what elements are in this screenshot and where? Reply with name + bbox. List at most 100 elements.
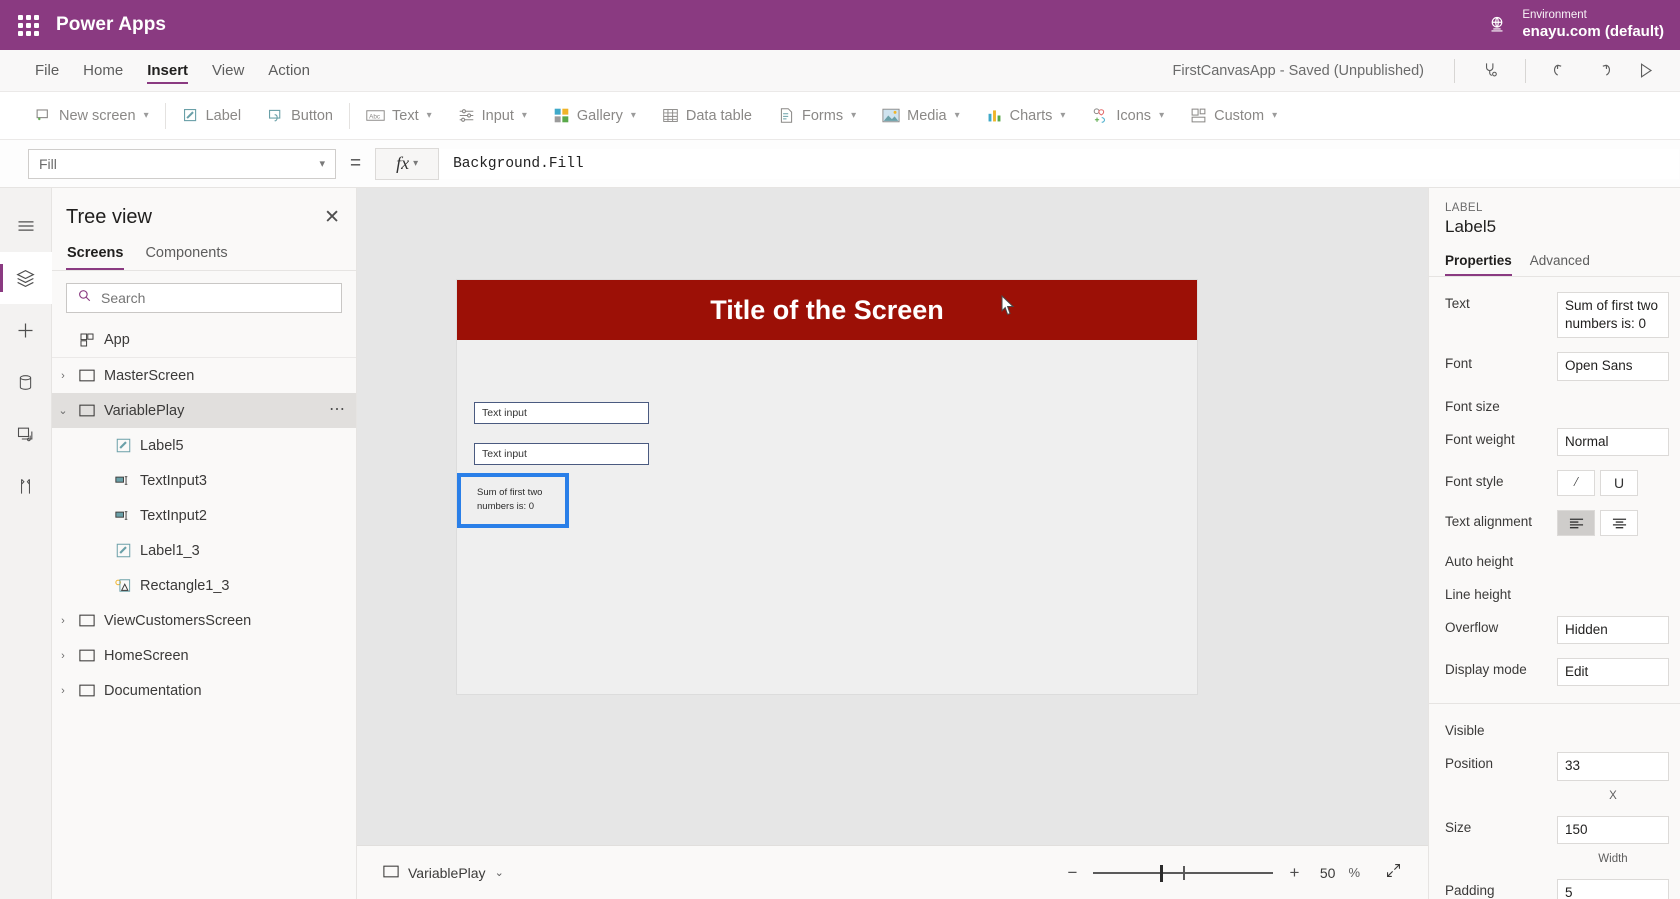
- chevron-right-icon[interactable]: ›: [52, 650, 74, 662]
- chevron-right-icon[interactable]: ›: [52, 370, 74, 382]
- property-value-font[interactable]: Open Sans: [1557, 352, 1669, 381]
- ribbon-label-text: Media: [907, 107, 947, 124]
- align-center-icon[interactable]: [1600, 509, 1638, 536]
- search-box[interactable]: [66, 283, 342, 313]
- chevron-down-icon[interactable]: ⌄: [495, 866, 504, 879]
- zoom-out-button[interactable]: −: [1064, 863, 1080, 883]
- menu-item-insert[interactable]: Insert: [138, 50, 197, 91]
- ribbon-new-screen[interactable]: New screen ▾: [22, 99, 162, 133]
- screen-title-bar[interactable]: Title of the Screen: [457, 280, 1197, 340]
- tree-node-masterscreen[interactable]: › MasterScreen: [52, 358, 356, 393]
- tree-node-textinput2[interactable]: TextInput2: [52, 498, 356, 533]
- property-value-overflow[interactable]: Hidden: [1557, 615, 1669, 645]
- align-left-icon[interactable]: [1557, 509, 1595, 536]
- properties-body: Text Sum of first two numbers is: 0 Font…: [1429, 277, 1680, 899]
- property-value-text[interactable]: Sum of first two numbers is: 0: [1557, 292, 1669, 339]
- zoom-slider-thumb[interactable]: [1160, 864, 1163, 882]
- property-row-visible: Visible: [1429, 712, 1680, 745]
- environment-value: enayu.com (default): [1522, 22, 1664, 40]
- ribbon-data-table[interactable]: Data table: [649, 99, 765, 133]
- ribbon-gallery[interactable]: Gallery ▾: [540, 99, 649, 133]
- text-input-2[interactable]: Text input: [474, 443, 649, 465]
- screen-icon: [74, 404, 100, 417]
- media-library-icon[interactable]: [0, 408, 52, 460]
- tree-view-layers-icon[interactable]: [0, 252, 52, 304]
- undo-icon[interactable]: [1540, 54, 1582, 88]
- tree-node-viewcustomersscreen[interactable]: › ViewCustomersScreen: [52, 603, 356, 638]
- app-icon: [74, 332, 100, 348]
- tab-advanced[interactable]: Advanced: [1530, 253, 1590, 276]
- ribbon-media[interactable]: Media ▾: [869, 99, 973, 133]
- property-row-display-mode: Display mode Edit: [1429, 651, 1680, 693]
- tree-node-homescreen[interactable]: › HomeScreen: [52, 638, 356, 673]
- menu-item-action[interactable]: Action: [259, 50, 319, 91]
- property-row-font-weight: Font weight Normal: [1429, 421, 1680, 463]
- property-value-font-weight[interactable]: Normal: [1557, 427, 1669, 456]
- property-value-position-x[interactable]: 33: [1557, 752, 1669, 781]
- property-select[interactable]: Fill ▾: [28, 148, 336, 179]
- chevron-down-icon[interactable]: ⌄: [52, 404, 74, 417]
- tree-node-app[interactable]: App: [52, 323, 356, 358]
- property-value-display-mode[interactable]: Edit: [1557, 658, 1669, 687]
- data-cylinder-icon[interactable]: [0, 356, 52, 408]
- menu-item-file[interactable]: File: [26, 50, 68, 91]
- zoom-slider[interactable]: [1093, 864, 1274, 882]
- ribbon-input[interactable]: Input ▾: [445, 99, 540, 133]
- ribbon-icons[interactable]: Icons ▾: [1078, 99, 1177, 133]
- underline-toggle-button[interactable]: U: [1600, 469, 1638, 496]
- text-input-1[interactable]: Text input: [474, 402, 649, 424]
- tree-node-rectangle1-3[interactable]: Rectangle1_3: [52, 568, 356, 603]
- chevron-right-icon[interactable]: ›: [52, 685, 74, 697]
- tab-properties[interactable]: Properties: [1445, 253, 1512, 276]
- redo-icon[interactable]: [1582, 54, 1624, 88]
- ribbon-forms[interactable]: Forms ▾: [765, 99, 869, 133]
- canvas-scroll[interactable]: Title of the Screen Text input Text inpu…: [357, 188, 1428, 845]
- property-value-width[interactable]: 150: [1557, 815, 1669, 844]
- chevron-right-icon[interactable]: ›: [52, 615, 74, 627]
- zoom-value: 50: [1319, 864, 1336, 881]
- fx-button[interactable]: fx ▾: [375, 147, 440, 180]
- icons-icon: [1091, 107, 1109, 124]
- property-row-font: Font Open Sans: [1429, 345, 1680, 387]
- ribbon-text[interactable]: Abc Text ▾: [353, 99, 445, 133]
- more-options-icon[interactable]: ⋯: [329, 401, 346, 418]
- insert-plus-icon[interactable]: [0, 304, 52, 356]
- chevron-down-icon: ▾: [1159, 110, 1165, 121]
- tree-node-label1-3[interactable]: Label1_3: [52, 533, 356, 568]
- environment-picker[interactable]: Environment enayu.com (default): [1484, 0, 1664, 50]
- fit-to-screen-icon[interactable]: [1385, 862, 1402, 884]
- menu-bar: File Home Insert View Action FirstCanvas…: [0, 50, 1680, 92]
- menu-item-view[interactable]: View: [203, 50, 253, 91]
- property-value-padding[interactable]: 5: [1557, 878, 1669, 899]
- selected-label-control[interactable]: Sum of first two numbers is: 0: [457, 473, 569, 528]
- tree-node-label5[interactable]: Label5: [52, 428, 356, 463]
- tree-node-label: Label5: [140, 437, 184, 454]
- search-icon: [77, 288, 92, 308]
- zoom-in-button[interactable]: +: [1286, 863, 1302, 883]
- tree-node-documentation[interactable]: › Documentation: [52, 673, 356, 708]
- tab-screens[interactable]: Screens: [66, 241, 125, 270]
- tree-node-textinput3[interactable]: TextInput3: [52, 463, 356, 498]
- hamburger-menu-icon[interactable]: [0, 200, 52, 252]
- waffle-grid-icon[interactable]: [0, 14, 56, 36]
- app-screen-canvas[interactable]: Title of the Screen Text input Text inpu…: [457, 280, 1197, 694]
- property-label: Font size: [1445, 398, 1500, 414]
- tree-node-variableplay[interactable]: ⌄ VariablePlay ⋯: [52, 393, 356, 428]
- formula-input[interactable]: Background.Fill: [439, 147, 1680, 180]
- ribbon-button[interactable]: Button: [254, 99, 346, 133]
- tab-components[interactable]: Components: [144, 241, 228, 270]
- ribbon-charts[interactable]: Charts ▾: [973, 99, 1079, 133]
- app-checker-icon[interactable]: [1469, 54, 1511, 88]
- ribbon-label[interactable]: Label: [169, 99, 254, 133]
- screen-selector[interactable]: VariablePlay ⌄: [383, 865, 504, 881]
- italic-toggle-button[interactable]: /: [1557, 469, 1595, 496]
- search-input[interactable]: [101, 290, 331, 306]
- close-icon[interactable]: ✕: [324, 208, 340, 227]
- tree-view-list: App › MasterScreen ⌄ VariablePlay ⋯ Labe…: [52, 323, 356, 899]
- advanced-tools-icon[interactable]: [0, 460, 52, 512]
- play-preview-icon[interactable]: [1624, 54, 1666, 88]
- property-row-line-height: Line height: [1429, 576, 1680, 609]
- menu-item-home[interactable]: Home: [74, 50, 132, 91]
- chevron-down-icon: ▾: [1060, 110, 1066, 121]
- ribbon-custom[interactable]: Custom ▾: [1177, 99, 1290, 133]
